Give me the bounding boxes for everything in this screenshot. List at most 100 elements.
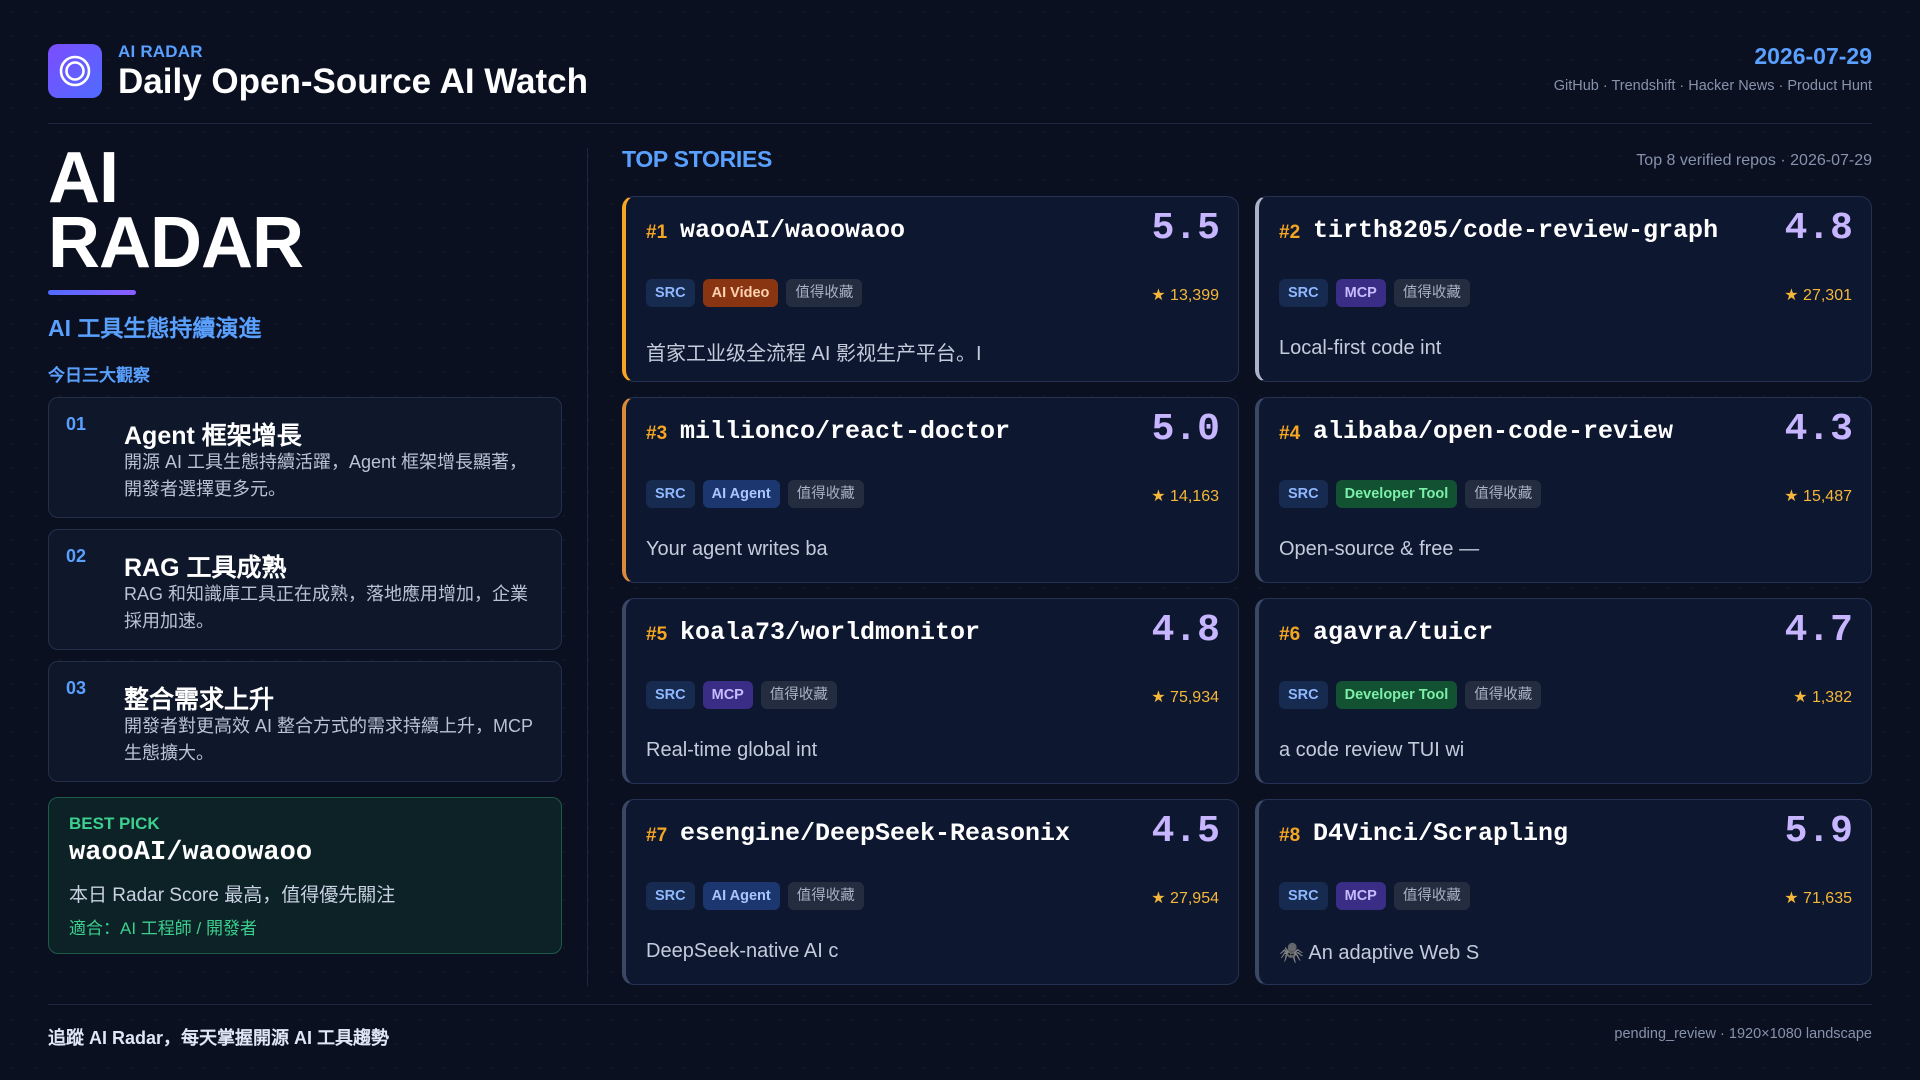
- source-tag[interactable]: SRC: [1279, 882, 1328, 910]
- category-tag[interactable]: AI Video: [702, 279, 779, 307]
- tag-list: SRC AI Video 值得收藏: [646, 279, 863, 307]
- star-count: ★ 75,934: [1151, 689, 1219, 706]
- insight-body: RAG 和知識庫工具正在成熟，落地應用增加，企業採用加速。: [124, 584, 529, 631]
- repo-card[interactable]: #2 tirth8205/code-review-graph 4.8 SRC M…: [1255, 196, 1872, 382]
- repo-name[interactable]: waooAI/waoowaoo: [680, 216, 905, 245]
- star-count: ★ 13,399: [1151, 287, 1219, 304]
- insight-number: 01: [66, 414, 87, 434]
- star-count: ★ 71,635: [1784, 890, 1852, 907]
- repo-rank: #6: [1279, 624, 1301, 645]
- insights-label: 今日三大觀察: [48, 366, 150, 385]
- category-tag[interactable]: MCP: [1335, 882, 1386, 910]
- source-tag[interactable]: SRC: [646, 882, 695, 910]
- repo-rank: #8: [1279, 825, 1301, 846]
- radar-score: 5.5: [1151, 207, 1220, 250]
- header-date: 2026-07-29: [1754, 43, 1872, 69]
- star-count: ★ 15,487: [1784, 488, 1852, 505]
- radar-score: 4.8: [1784, 207, 1853, 250]
- insight-title: 整合需求上升: [124, 686, 275, 714]
- repo-card[interactable]: #4 alibaba/open-code-review 4.3 SRC Deve…: [1255, 397, 1872, 583]
- hero-accent-bar: [48, 290, 136, 295]
- source-tag[interactable]: SRC: [646, 681, 695, 709]
- star-count: ★ 27,301: [1784, 287, 1852, 304]
- tag-list: SRC MCP 值得收藏: [646, 681, 837, 709]
- source-tag[interactable]: SRC: [1279, 681, 1328, 709]
- repo-name[interactable]: alibaba/open-code-review: [1313, 417, 1673, 446]
- repo-card[interactable]: #8 D4Vinci/Scrapling 5.9 SRC MCP 值得收藏 ★ …: [1255, 799, 1872, 985]
- radar-score: 5.9: [1784, 810, 1853, 853]
- repo-description: Real-time global int: [646, 739, 818, 761]
- repo-card[interactable]: #1 waooAI/waoowaoo 5.5 SRC AI Video 值得收藏…: [622, 196, 1239, 382]
- bookmark-tag[interactable]: 值得收藏: [1465, 681, 1542, 709]
- repo-rank: #1: [646, 222, 668, 243]
- category-tag[interactable]: Developer Tool: [1335, 480, 1458, 508]
- category-tag[interactable]: Developer Tool: [1335, 681, 1458, 709]
- best-pick-repo[interactable]: waooAI/waoowaoo: [69, 838, 312, 868]
- top-stories-meta: Top 8 verified repos · 2026-07-29: [1636, 152, 1872, 169]
- insight-number: 03: [66, 678, 87, 698]
- repo-description: Local-first code int: [1279, 337, 1442, 359]
- repo-rank: #5: [646, 624, 668, 645]
- radar-score: 4.3: [1784, 408, 1853, 451]
- best-pick-description: 本日 Radar Score 最高，值得優先關注: [69, 885, 396, 906]
- repo-card[interactable]: #7 esengine/DeepSeek-Reasonix 4.5 SRC AI…: [622, 799, 1239, 985]
- star-count: ★ 14,163: [1151, 488, 1219, 505]
- repo-rank: #4: [1279, 423, 1301, 444]
- repo-name[interactable]: agavra/tuicr: [1313, 618, 1493, 647]
- repo-rank: #2: [1279, 222, 1301, 243]
- repo-description: Your agent writes ba: [646, 538, 828, 560]
- repo-name[interactable]: tirth8205/code-review-graph: [1313, 216, 1718, 245]
- insight-title: RAG 工具成熟: [124, 554, 287, 582]
- hero-line-2: RADAR: [48, 203, 304, 283]
- insight-card: 01 Agent 框架增長 開源 AI 工具生態持續活躍，Agent 框架增長顯…: [48, 397, 562, 518]
- tag-list: SRC AI Agent 值得收藏: [646, 882, 864, 910]
- hero-line-1: AI: [48, 138, 119, 218]
- category-tag[interactable]: MCP: [702, 681, 753, 709]
- repo-rank: #3: [646, 423, 668, 444]
- radar-score: 5.0: [1151, 408, 1220, 451]
- bookmark-tag[interactable]: 值得收藏: [1393, 882, 1470, 910]
- brand-kicker: AI RADAR: [118, 42, 203, 61]
- bookmark-tag[interactable]: 值得收藏: [1393, 279, 1470, 307]
- bookmark-tag[interactable]: 值得收藏: [786, 279, 863, 307]
- category-tag[interactable]: AI Agent: [702, 480, 780, 508]
- tag-list: SRC Developer Tool 值得收藏: [1279, 480, 1542, 508]
- source-tag[interactable]: SRC: [1279, 480, 1328, 508]
- repo-name[interactable]: esengine/DeepSeek-Reasonix: [680, 819, 1070, 848]
- bookmark-tag[interactable]: 值得收藏: [787, 882, 864, 910]
- concentric-circles-icon: [59, 55, 91, 87]
- tag-list: SRC MCP 值得收藏: [1279, 882, 1470, 910]
- bookmark-tag[interactable]: 值得收藏: [787, 480, 864, 508]
- hero-subtitle: AI 工具生態持續演進: [48, 315, 262, 341]
- best-pick-audience: 適合：AI 工程師 / 開發者: [69, 919, 257, 938]
- category-tag[interactable]: MCP: [1335, 279, 1386, 307]
- repo-card[interactable]: #5 koala73/worldmonitor 4.8 SRC MCP 值得收藏…: [622, 598, 1239, 784]
- left-panel: AI RADAR AI 工具生態持續演進 今日三大觀察 01 Agent 框架增…: [48, 138, 562, 954]
- source-tag[interactable]: SRC: [646, 279, 695, 307]
- repo-description: a code review TUI wi: [1279, 739, 1465, 761]
- star-count: ★ 27,954: [1151, 890, 1219, 907]
- insight-title: Agent 框架增長: [124, 422, 302, 450]
- repo-name[interactable]: D4Vinci/Scrapling: [1313, 819, 1568, 848]
- source-tag[interactable]: SRC: [646, 480, 695, 508]
- repo-rank: #7: [646, 825, 668, 846]
- source-tag[interactable]: SRC: [1279, 279, 1328, 307]
- repo-card[interactable]: #3 millionco/react-doctor 5.0 SRC AI Age…: [622, 397, 1239, 583]
- footer-status: pending_review · 1920×1080 landscape: [1614, 1026, 1872, 1042]
- repo-description: 🕷️ An adaptive Web S: [1279, 942, 1480, 964]
- insight-number: 02: [66, 546, 87, 566]
- category-tag[interactable]: AI Agent: [702, 882, 780, 910]
- footer-divider: [48, 1004, 1872, 1005]
- best-pick-card[interactable]: BEST PICK waooAI/waoowaoo 本日 Radar Score…: [48, 797, 562, 954]
- best-pick-label: BEST PICK: [69, 814, 160, 833]
- insight-card: 02 RAG 工具成熟 RAG 和知識庫工具正在成熟，落地應用增加，企業採用加速…: [48, 529, 562, 650]
- repo-card[interactable]: #6 agavra/tuicr 4.7 SRC Developer Tool 值…: [1255, 598, 1872, 784]
- repo-name[interactable]: koala73/worldmonitor: [680, 618, 980, 647]
- repo-grid: #1 waooAI/waoowaoo 5.5 SRC AI Video 值得收藏…: [622, 196, 1872, 985]
- repo-name[interactable]: millionco/react-doctor: [680, 417, 1010, 446]
- column-divider: [587, 148, 588, 986]
- bookmark-tag[interactable]: 值得收藏: [1465, 480, 1542, 508]
- page-title: Daily Open-Source AI Watch: [118, 62, 588, 101]
- tag-list: SRC MCP 值得收藏: [1279, 279, 1470, 307]
- bookmark-tag[interactable]: 值得收藏: [760, 681, 837, 709]
